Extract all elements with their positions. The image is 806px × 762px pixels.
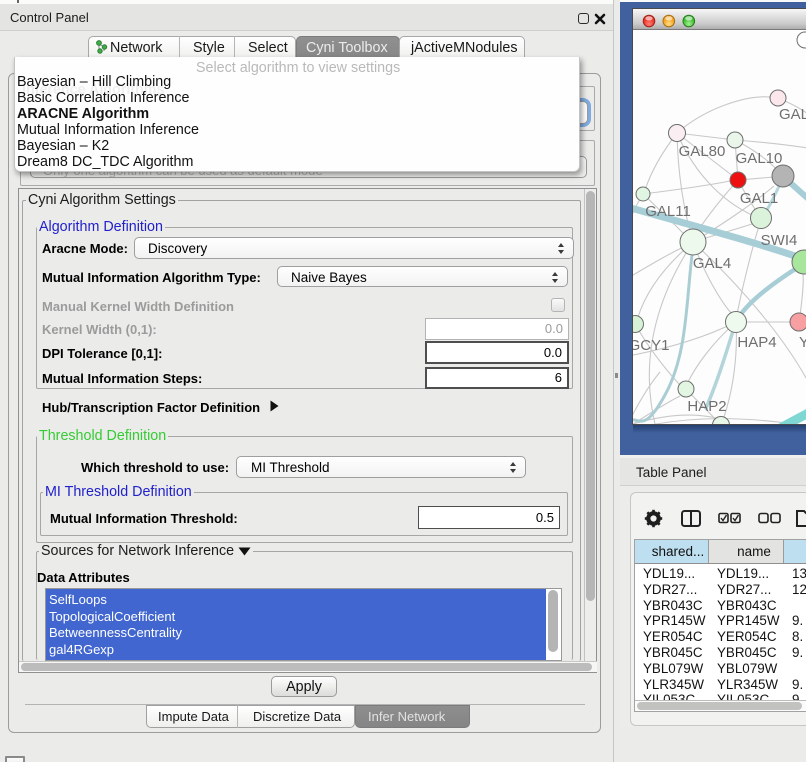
svg-text:GAL80: GAL80 xyxy=(679,143,726,160)
svg-text:HAP4: HAP4 xyxy=(737,334,776,351)
svg-text:SWI4: SWI4 xyxy=(761,232,798,249)
svg-text:GAL4: GAL4 xyxy=(693,255,731,272)
svg-text:GAL10: GAL10 xyxy=(736,150,783,167)
svg-text:HAP2: HAP2 xyxy=(687,398,726,415)
svg-text:GCY1: GCY1 xyxy=(633,337,669,354)
svg-text:GAL1: GAL1 xyxy=(740,190,778,207)
svg-text:GAL11: GAL11 xyxy=(645,203,691,220)
svg-text:Y: Y xyxy=(799,334,806,351)
svg-text:GAL7: GAL7 xyxy=(779,106,806,123)
